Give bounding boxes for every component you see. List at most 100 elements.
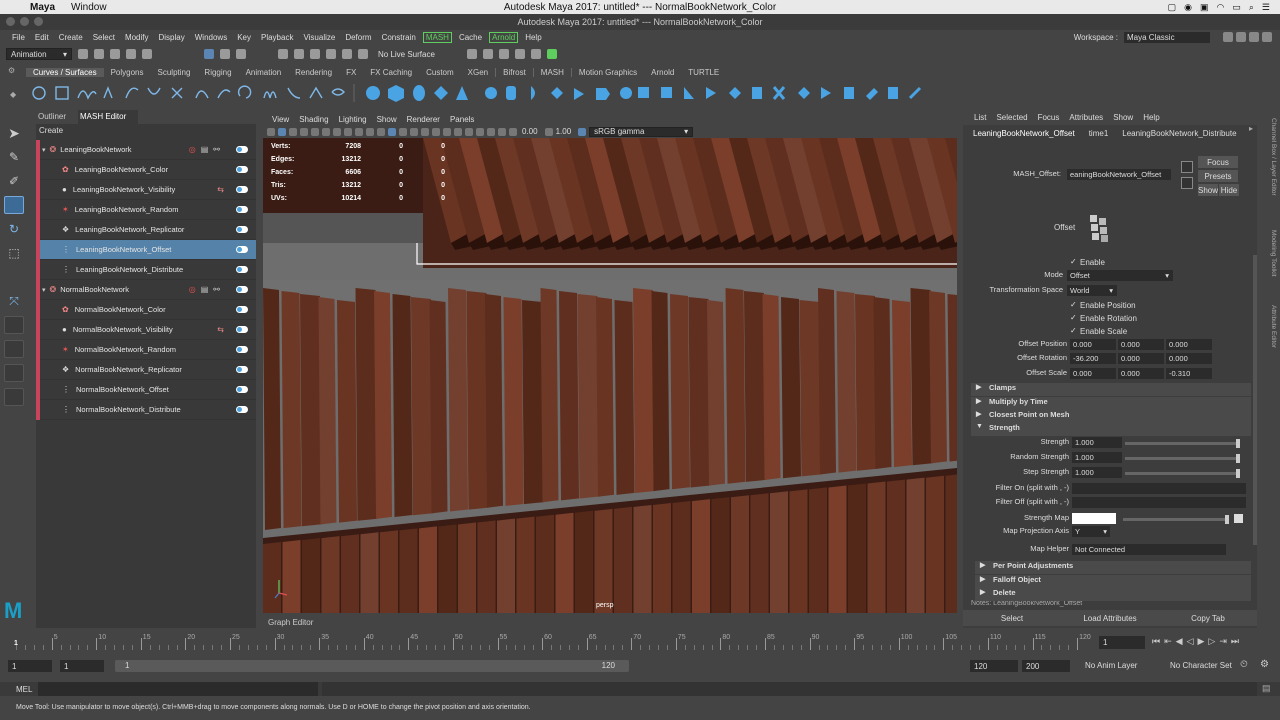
- select-tool-icon[interactable]: ➤: [4, 124, 24, 142]
- script-editor-icon[interactable]: ▤: [1262, 683, 1271, 694]
- layout-icon[interactable]: [1262, 32, 1272, 42]
- time-slider[interactable]: 5 10 15 20 25 30 35 40 45 50 55 60 65 70 75 80 85 90 95 100…: [0, 632, 1280, 654]
- node-row[interactable]: ● LeaningBookNetwork_Visibility ⇆: [36, 180, 256, 200]
- shelf-tab-bifrost[interactable]: Bifrost: [495, 67, 533, 77]
- load-attributes-button[interactable]: Load Attributes: [1061, 610, 1159, 626]
- layout-icon[interactable]: [1249, 32, 1259, 42]
- enable-toggle[interactable]: [236, 346, 248, 353]
- xray-joints-icon[interactable]: [487, 127, 495, 136]
- side-tab-channel-box-layer-editor[interactable]: Channel Box / Layer Editor: [1270, 118, 1277, 196]
- shelf-tab-custom[interactable]: Custom: [419, 68, 461, 77]
- colorspace-dropdown[interactable]: sRGB gamma ▾: [589, 126, 694, 137]
- select-mode-icon[interactable]: [204, 49, 214, 59]
- snap-curve-icon[interactable]: [294, 49, 304, 59]
- status-icon[interactable]: ◉: [1184, 2, 1192, 13]
- menu-windows[interactable]: Windows: [190, 33, 232, 42]
- menu-edit[interactable]: Edit: [30, 33, 54, 42]
- enable-toggle[interactable]: [236, 266, 248, 273]
- render-icon[interactable]: [466, 49, 477, 59]
- preferences-icon[interactable]: ⚙: [1260, 659, 1269, 670]
- shelf-tab-rigging[interactable]: Rigging: [197, 68, 238, 77]
- offset-scale-x[interactable]: 0.000: [1070, 368, 1116, 379]
- enable-toggle[interactable]: [236, 186, 248, 193]
- node-row[interactable]: ⋮ NormalBookNetwork_Offset: [36, 380, 256, 400]
- menu-file[interactable]: File: [7, 33, 30, 42]
- shadows-icon[interactable]: [432, 127, 440, 136]
- section-clamps[interactable]: ▶ Clamps: [971, 383, 1251, 396]
- ae-menu-focus[interactable]: Focus: [1033, 113, 1065, 122]
- menu-icon[interactable]: ☰: [1262, 2, 1270, 13]
- shelf-tab-motion-graphics[interactable]: Motion Graphics: [570, 67, 644, 77]
- mel-input[interactable]: [38, 682, 318, 696]
- graph-editor-tab[interactable]: Graph Editor: [263, 618, 957, 630]
- menu-arnold[interactable]: Arnold: [489, 31, 519, 43]
- arnold-render-icon[interactable]: [546, 49, 557, 59]
- enable-rotation-checkbox[interactable]: ✓: [1070, 314, 1078, 322]
- enable-toggle[interactable]: [236, 366, 248, 373]
- isolate-icon[interactable]: [465, 127, 473, 136]
- link-icon[interactable]: ⇆: [217, 325, 224, 334]
- playback-end-field[interactable]: 120: [970, 660, 1018, 672]
- magnet-icon[interactable]: [358, 49, 368, 59]
- expand-arrow-icon[interactable]: ▾: [42, 286, 46, 294]
- section-falloff-object[interactable]: ▶ Falloff Object: [975, 575, 1251, 588]
- strength-map-slider[interactable]: [1123, 515, 1229, 524]
- filter-on-field[interactable]: [1072, 483, 1246, 494]
- enable-position-checkbox[interactable]: ✓: [1070, 301, 1078, 309]
- menu-constrain[interactable]: Constrain: [377, 33, 421, 42]
- new-scene-icon[interactable]: [78, 49, 88, 59]
- auto-key-icon[interactable]: ⏲: [1240, 659, 1248, 670]
- enable-scale-checkbox[interactable]: ✓: [1070, 327, 1078, 335]
- smooth-shade-icon[interactable]: [388, 127, 396, 136]
- backface-icon[interactable]: [498, 127, 506, 136]
- enable-toggle[interactable]: [236, 166, 248, 173]
- shelf-tab-rendering[interactable]: Rendering: [288, 68, 339, 77]
- random-strength-field[interactable]: 1.000: [1072, 452, 1122, 463]
- current-frame-marker[interactable]: 1: [14, 640, 18, 647]
- section-closest-point-on-mesh[interactable]: ▶ Closest Point on Mesh: [971, 410, 1251, 423]
- wireframe-icon[interactable]: [377, 127, 385, 136]
- ae-tab-leaningbooknetwork-offset[interactable]: LeaningBookNetwork_Offset: [973, 129, 1075, 138]
- exposure-icon[interactable]: [509, 127, 517, 136]
- snap-grid-icon[interactable]: [278, 49, 288, 59]
- enable-toggle[interactable]: [236, 286, 248, 293]
- presets-button[interactable]: Presets: [1198, 170, 1238, 182]
- node-name-field[interactable]: eaningBookNetwork_Offset: [1067, 169, 1171, 180]
- menu-create[interactable]: Create: [54, 33, 88, 42]
- snap-view-icon[interactable]: [326, 49, 336, 59]
- viewport-menu-panels[interactable]: Panels: [445, 115, 479, 124]
- node-row[interactable]: ⋮ LeaningBookNetwork_Distribute: [36, 260, 256, 280]
- strength-map-swatch[interactable]: [1072, 513, 1116, 524]
- shelf-tab-fx[interactable]: FX: [339, 68, 363, 77]
- random-strength-slider[interactable]: [1125, 454, 1240, 463]
- shelf-tab-animation[interactable]: Animation: [239, 68, 289, 77]
- strength-field[interactable]: 1.000: [1072, 437, 1122, 448]
- section-strength[interactable]: ▼ Strength: [971, 423, 1251, 436]
- slider-knob[interactable]: [1236, 469, 1240, 478]
- hypershade-icon[interactable]: [530, 49, 541, 59]
- current-frame-field[interactable]: 1: [1099, 636, 1145, 649]
- hide-button[interactable]: Hide: [1219, 184, 1239, 196]
- step-back-icon[interactable]: ◀︎: [1176, 636, 1183, 647]
- enable-toggle[interactable]: [236, 246, 248, 253]
- section-per-point-adjustments[interactable]: ▶ Per Point Adjustments: [975, 561, 1251, 574]
- lasso-tool-icon[interactable]: ✎: [4, 148, 24, 166]
- safe-action-icon[interactable]: [366, 127, 374, 136]
- step-back-key-icon[interactable]: ⇤: [1164, 636, 1172, 647]
- tab-mash-editor[interactable]: MASH Editor: [78, 110, 139, 124]
- start-time-field[interactable]: 1: [8, 660, 52, 672]
- live-surface-label[interactable]: No Live Surface: [378, 50, 435, 59]
- resolution-gate-icon[interactable]: [333, 127, 341, 136]
- offset-rotation-z[interactable]: 0.000: [1166, 353, 1212, 364]
- step-strength-field[interactable]: 1.000: [1072, 467, 1122, 478]
- node-row[interactable]: ❖ LeaningBookNetwork_Replicator: [36, 220, 256, 240]
- layout-icon[interactable]: [1236, 32, 1246, 42]
- section-delete[interactable]: ▶ Delete: [975, 588, 1251, 601]
- transformation-space-dropdown[interactable]: World ▾: [1067, 285, 1117, 296]
- node-row[interactable]: ✿ NormalBookNetwork_Color: [36, 300, 256, 320]
- gamma-icon[interactable]: [544, 127, 553, 136]
- camera-icon[interactable]: [267, 127, 275, 136]
- node-row[interactable]: ❖ NormalBookNetwork_Replicator: [36, 360, 256, 380]
- side-tab-modeling-toolkit[interactable]: Modeling Toolkit: [1270, 230, 1277, 277]
- connect-icon[interactable]: ⚯: [213, 285, 220, 294]
